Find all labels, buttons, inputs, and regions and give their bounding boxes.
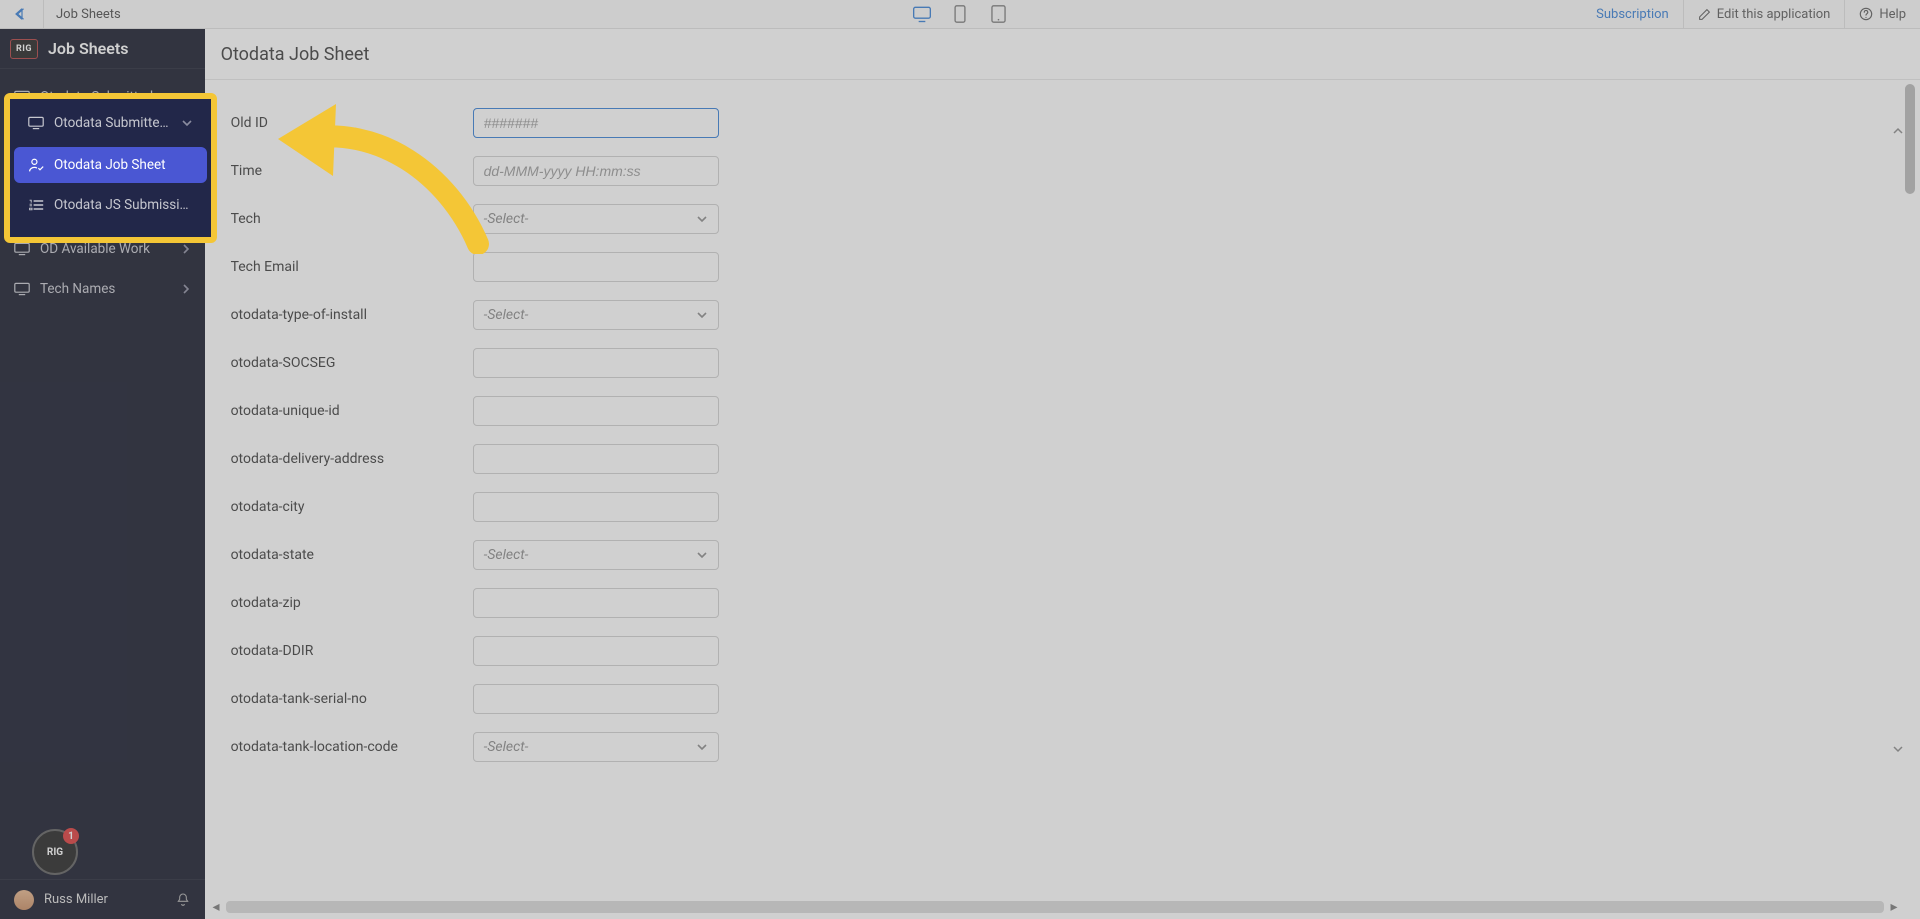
list-ordered-icon <box>28 197 44 213</box>
chevron-down-icon <box>696 549 708 561</box>
field-input-otodata-delivery-address[interactable] <box>473 444 719 474</box>
sidebar-item-label: OD Available Work <box>40 241 150 257</box>
chevron-down-icon <box>696 309 708 321</box>
select-placeholder: -Select- <box>484 739 529 755</box>
field-input-tech-email[interactable] <box>473 252 719 282</box>
edit-app-label: Edit this application <box>1717 7 1831 22</box>
select-placeholder: -Select- <box>484 211 529 227</box>
user-name[interactable]: Russ Miller <box>44 892 108 907</box>
field-label-otodata-tank-location-code: otodata-tank-location-code <box>221 739 473 755</box>
field-label-otodata-delivery-address: otodata-delivery-address <box>221 451 473 467</box>
sidebar-item-otodata-submitted[interactable]: Otodata Submitted … <box>14 103 207 143</box>
notification-badge: 1 <box>63 828 79 844</box>
help-link[interactable]: Help <box>1844 0 1920 28</box>
hscroll-track[interactable] <box>226 901 1884 913</box>
user-avatar-icon[interactable] <box>14 890 34 910</box>
vertical-scrollbar-thumb[interactable] <box>1905 84 1915 194</box>
chevron-right-icon <box>181 283 191 295</box>
field-input-otodata-unique-id[interactable] <box>473 396 719 426</box>
back-icon <box>13 7 31 21</box>
back-button[interactable] <box>0 0 44 28</box>
field-label-old-id: Old ID <box>221 115 473 131</box>
avatar-large[interactable]: RIG 1 <box>32 829 78 875</box>
sidebar-item-tech-names[interactable]: Tech Names <box>0 269 205 309</box>
hscroll-left-arrow[interactable]: ◂ <box>210 901 222 913</box>
user-check-icon <box>28 157 44 173</box>
chevron-down-icon <box>696 213 708 225</box>
field-label-otodata-type-of-install: otodata-type-of-install <box>221 307 473 323</box>
monitor-icon <box>14 241 30 257</box>
subscription-link[interactable]: Subscription <box>1582 0 1683 28</box>
field-label-otodata-socseg: otodata-SOCSEG <box>221 355 473 371</box>
edit-app-link[interactable]: Edit this application <box>1683 0 1845 28</box>
field-input-otodata-city[interactable] <box>473 492 719 522</box>
sidebar-item-label: Otodata Submitted … <box>54 115 171 131</box>
field-select-otodata-tank-location-code[interactable]: -Select- <box>473 732 719 762</box>
field-label-otodata-tank-serial-no: otodata-tank-serial-no <box>221 691 473 707</box>
sidebar-title: Job Sheets <box>48 39 128 58</box>
app-title-tab[interactable]: Job Sheets <box>44 0 133 28</box>
monitor-icon <box>28 115 44 131</box>
sidebar-item-label: Otodata Job Sheet <box>54 157 166 173</box>
sidebar-item-label: Otodata JS Submissi… <box>54 197 189 213</box>
field-label-tech: Tech <box>221 211 473 227</box>
field-input-otodata-zip[interactable] <box>473 588 719 618</box>
field-label-otodata-zip: otodata-zip <box>221 595 473 611</box>
select-placeholder: -Select- <box>484 547 529 563</box>
chevron-down-icon <box>696 741 708 753</box>
brand-logo: RIG <box>10 39 38 59</box>
field-label-otodata-unique-id: otodata-unique-id <box>221 403 473 419</box>
field-select-otodata-state[interactable]: -Select- <box>473 540 719 570</box>
horizontal-scrollbar[interactable]: ◂ ▸ <box>210 901 1900 913</box>
field-input-otodata-ddir[interactable] <box>473 636 719 666</box>
chevron-down-icon <box>181 117 193 129</box>
tablet-preview-icon[interactable] <box>988 4 1008 24</box>
mobile-preview-icon[interactable] <box>950 4 970 24</box>
field-input-otodata-socseg[interactable] <box>473 348 719 378</box>
hscroll-right-arrow[interactable]: ▸ <box>1888 901 1900 913</box>
select-placeholder: -Select- <box>484 307 529 323</box>
field-label-tech-email: Tech Email <box>221 259 473 275</box>
chevron-right-icon <box>181 243 191 255</box>
page-title: Otodata Job Sheet <box>205 29 1920 80</box>
sidebar-item-label: Tech Names <box>40 281 115 297</box>
field-input-old-id[interactable] <box>473 108 719 138</box>
field-input-time[interactable] <box>473 156 719 186</box>
sidebar-item-otodata-job-sheet[interactable]: Otodata Job Sheet <box>14 147 207 183</box>
field-input-otodata-tank-serial-no[interactable] <box>473 684 719 714</box>
field-label-otodata-city: otodata-city <box>221 499 473 515</box>
field-label-otodata-ddir: otodata-DDIR <box>221 643 473 659</box>
field-select-otodata-type-of-install[interactable]: -Select- <box>473 300 719 330</box>
help-icon <box>1859 7 1873 21</box>
desktop-preview-icon[interactable] <box>912 4 932 24</box>
sidebar-item-otodata-js-submissi[interactable]: Otodata JS Submissi… <box>14 187 207 223</box>
field-select-tech[interactable]: -Select- <box>473 204 719 234</box>
notifications-bell-icon[interactable] <box>175 892 191 908</box>
monitor-icon <box>14 281 30 297</box>
field-label-otodata-state: otodata-state <box>221 547 473 563</box>
help-label: Help <box>1879 7 1906 22</box>
pencil-icon <box>1698 8 1711 21</box>
vertical-scrollbar[interactable] <box>1903 84 1917 869</box>
field-label-time: Time <box>221 163 473 179</box>
